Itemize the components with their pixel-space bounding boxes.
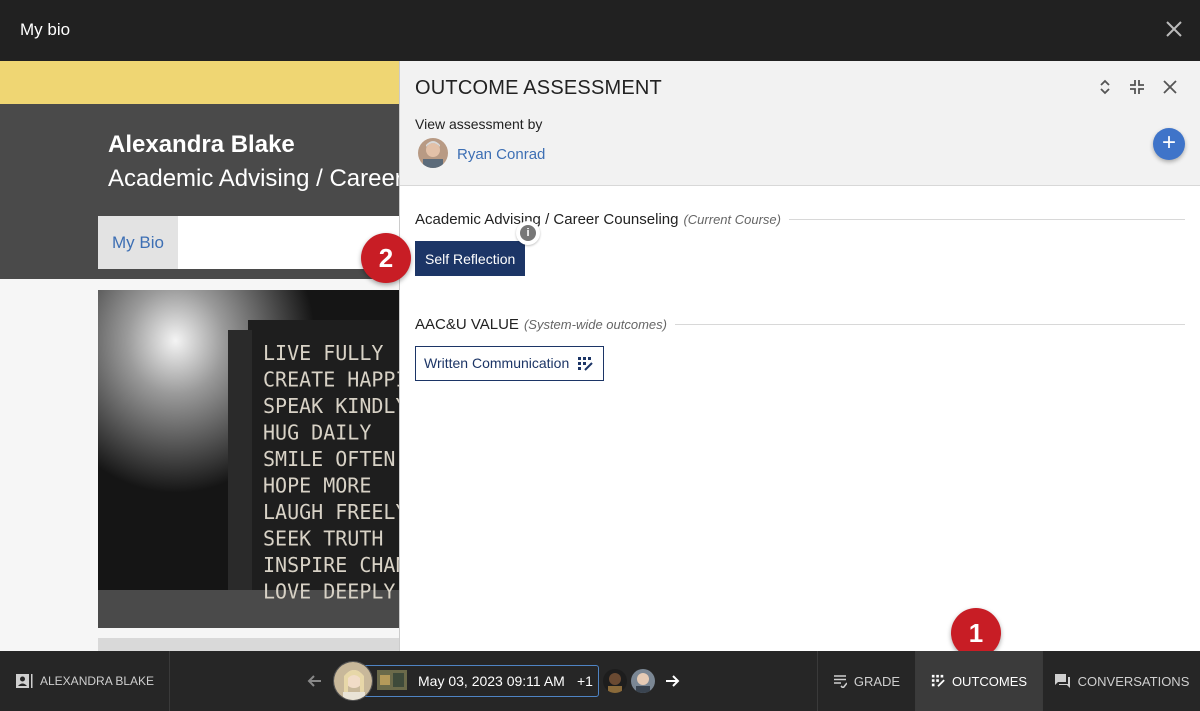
conversations-icon: [1054, 674, 1070, 688]
student-selector-button[interactable]: ALEXANDRA BLAKE: [0, 651, 170, 711]
add-assessment-button[interactable]: +: [1153, 128, 1185, 160]
section-subtitle: (System-wide outcomes): [523, 316, 667, 332]
button-label: Written Communication: [424, 355, 570, 371]
outcomes-button[interactable]: OUTCOMES: [915, 651, 1042, 711]
bio-course-name: Academic Advising / Career Counseling: [108, 165, 400, 192]
poster-line: SEEK TRUTH: [263, 527, 383, 551]
section-subtitle: (Current Course): [683, 211, 781, 227]
top-bar: My bio: [0, 0, 1200, 61]
poster-line: SMILE OFTEN: [263, 447, 395, 471]
system-outcomes-section: AAC&U VALUE (System-wide outcomes) Writt…: [415, 314, 1185, 381]
course-outcomes-section: Academic Advising / Career Counseling (C…: [415, 209, 1185, 276]
additional-submissions-count: +1: [577, 673, 593, 689]
bio-tabstrip: My Bio: [98, 216, 400, 269]
outcome-grid-icon: [578, 356, 593, 371]
conversations-label: CONVERSATIONS: [1077, 673, 1190, 689]
collaborator-avatar: [603, 669, 627, 693]
panel-title: OUTCOME ASSESSMENT: [415, 77, 662, 99]
collapse-icon[interactable]: [1128, 78, 1146, 96]
submitter-avatar: [333, 661, 373, 701]
close-icon[interactable]: [1164, 19, 1184, 39]
student-card-icon: [16, 674, 33, 688]
poster-line: SPEAK KINDLY: [263, 394, 400, 418]
section-title: Academic Advising / Career Counseling: [415, 210, 679, 228]
app-frame: My bio Alexandra Blake Academic Advising…: [0, 0, 1200, 711]
expand-icon[interactable]: [1096, 78, 1114, 96]
bio-user-name: Alexandra Blake: [108, 131, 295, 158]
arrow-left-icon[interactable]: [305, 671, 325, 691]
outcome-assessment-panel: OUTCOME ASSESSMENT View assessment by Ry…: [399, 61, 1200, 651]
outcomes-label: OUTCOMES: [951, 673, 1028, 689]
assessor-avatar[interactable]: [418, 138, 448, 168]
collaborator-avatar: [631, 669, 655, 693]
poster-line: INSPIRE CHAN: [263, 553, 400, 577]
poster-line: LIVE FULLY: [263, 341, 383, 365]
section-divider: [789, 218, 1185, 220]
self-reflection-button[interactable]: Self Reflection: [415, 241, 526, 276]
outcome-grid-icon: [931, 674, 945, 687]
photo-strip: [98, 638, 400, 651]
poster-line: HUG DAILY: [263, 421, 371, 445]
student-name-label: ALEXANDRA BLAKE: [40, 674, 155, 688]
poster-image: LIVE FULLY CREATE HAPPISPEAK KINDLY HUG DA…: [98, 290, 400, 628]
view-assessment-by-label: View assessment by: [415, 116, 543, 132]
step-marker-2: 2: [361, 233, 411, 283]
grade-icon: [833, 675, 847, 688]
poster-line: LOVE DEEPLY: [263, 580, 395, 604]
conversations-button[interactable]: CONVERSATIONS: [1042, 651, 1200, 711]
panel-header: OUTCOME ASSESSMENT View assessment by Ry…: [400, 61, 1200, 186]
assessor-name-link[interactable]: Ryan Conrad: [457, 146, 545, 163]
grade-label: GRADE: [853, 673, 901, 689]
submission-thumbnail: [377, 670, 407, 690]
written-communication-button[interactable]: Written Communication: [415, 346, 605, 381]
section-title: AAC&U VALUE: [415, 315, 519, 333]
submission-date: May 03, 2023 09:11 AM: [418, 673, 565, 689]
grade-button[interactable]: GRADE: [817, 651, 915, 711]
poster-line: HOPE MORE: [263, 474, 371, 498]
poster-line: LAUGH FREELY: [263, 500, 400, 524]
notice-band: [0, 61, 400, 104]
poster-line: CREATE HAPPI: [263, 368, 400, 392]
window-title: My bio: [20, 20, 71, 39]
bio-page-background: Alexandra Blake Academic Advising / Care…: [0, 61, 400, 651]
bio-photo: LIVE FULLY CREATE HAPPI SPEAK KINDLY HUG DA…: [98, 290, 400, 628]
section-divider: [674, 323, 1185, 325]
tab-my-bio[interactable]: My Bio: [98, 216, 178, 269]
bottom-toolbar: ALEXANDRA BLAKE May 03, 2023 09:11 AM +1: [0, 651, 1200, 711]
panel-close-icon[interactable]: [1161, 78, 1179, 96]
arrow-right-icon[interactable]: [662, 671, 682, 691]
info-icon[interactable]: i: [516, 221, 540, 245]
